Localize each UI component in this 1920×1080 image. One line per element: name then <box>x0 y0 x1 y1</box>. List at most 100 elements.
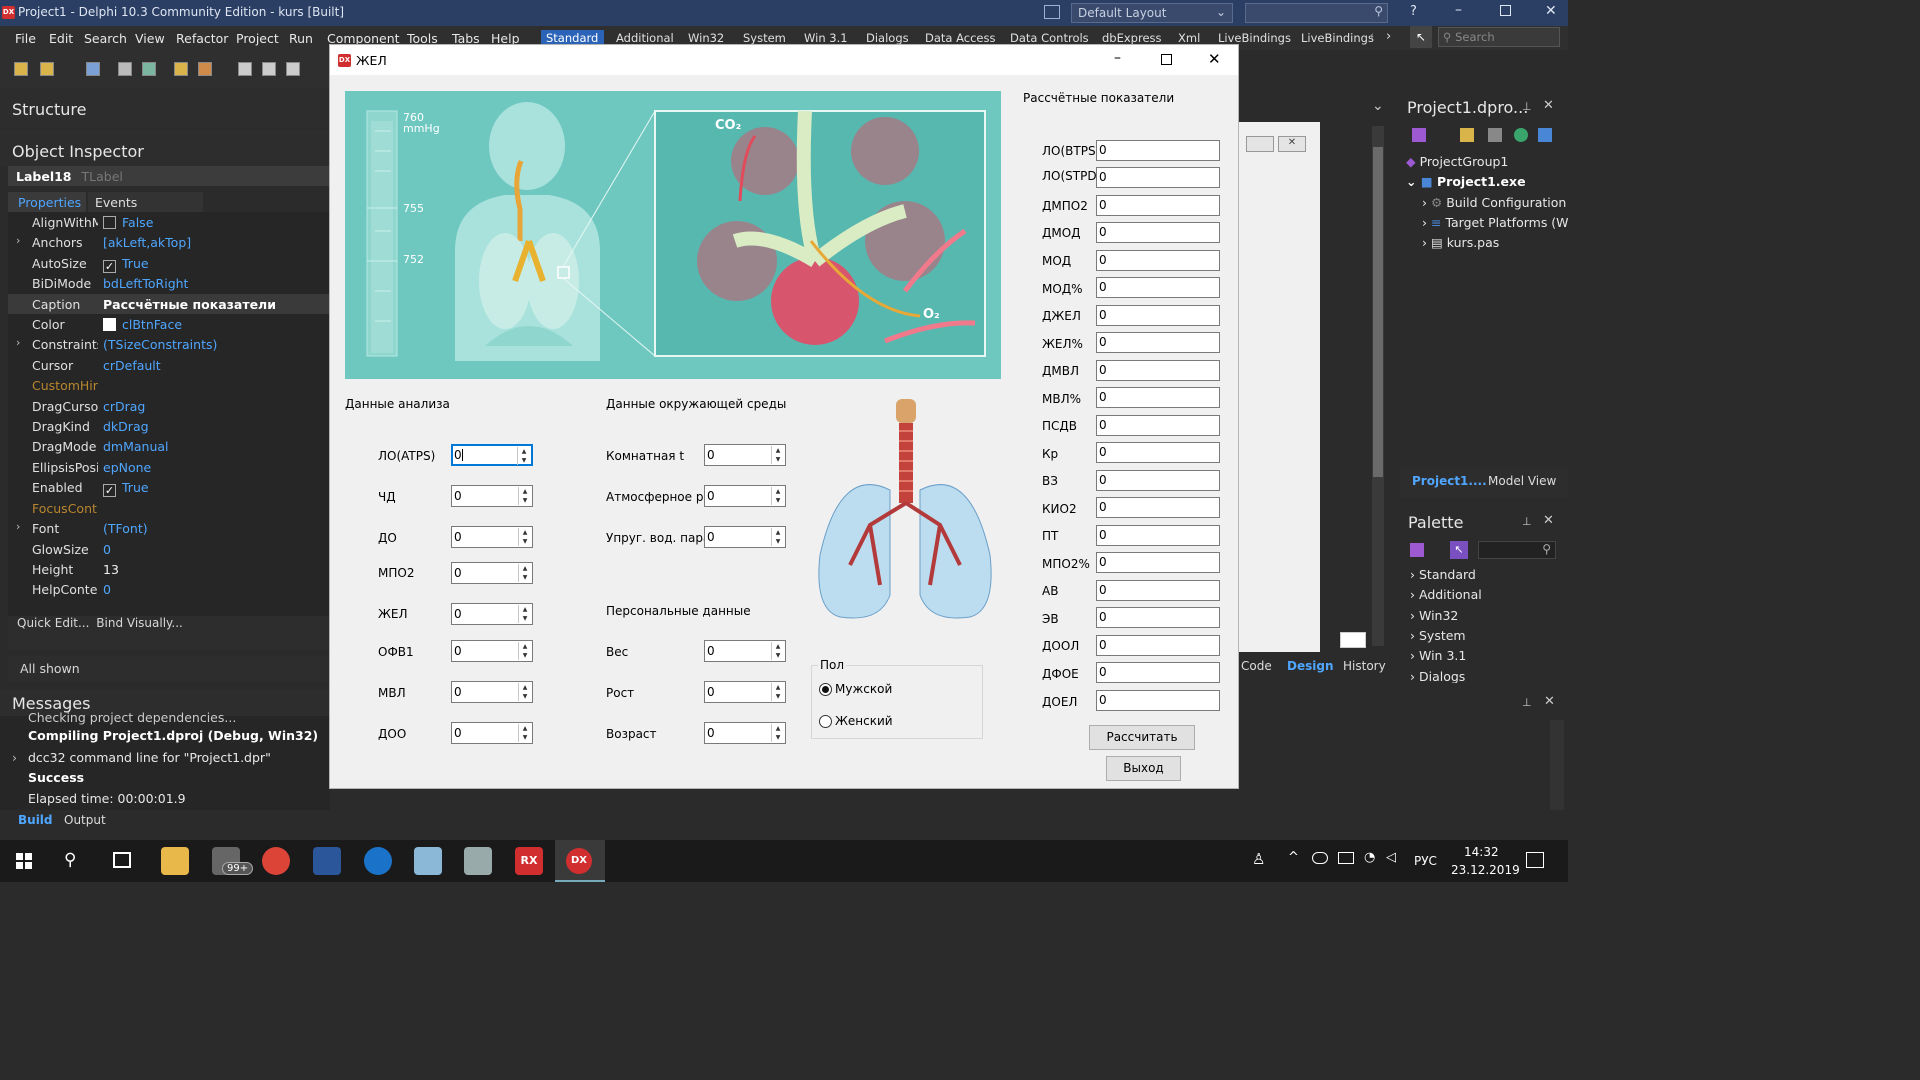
radio-female[interactable] <box>819 715 832 728</box>
spin-buttons[interactable]: ▲ ▼ <box>771 724 784 742</box>
spin-buttons[interactable]: ▲ ▼ <box>771 683 784 701</box>
minimize-icon[interactable]: – <box>1114 50 1121 66</box>
spin-buttons[interactable]: ▲ ▼ <box>771 446 784 464</box>
atm-pressure-input[interactable]: 0 ▲ ▼ <box>704 485 786 507</box>
property-row[interactable]: DragCursor crDrag <box>8 396 330 416</box>
build-icon[interactable] <box>1538 128 1552 142</box>
designer-restore-icon[interactable] <box>1246 136 1274 152</box>
save-all-icon[interactable] <box>118 62 132 76</box>
action-center-icon[interactable] <box>1526 852 1544 868</box>
maximize-icon[interactable] <box>1500 5 1511 16</box>
tree-item[interactable]: ⌄ ■ Project1.exe <box>1406 174 1526 189</box>
tab-code[interactable]: Code <box>1241 659 1272 673</box>
search-icon[interactable]: ⚲ <box>64 850 76 870</box>
spin-buttons[interactable]: ▲ ▼ <box>771 642 784 660</box>
palette-tab-dialogs[interactable]: Dialogs <box>866 31 909 45</box>
checkbox-icon[interactable] <box>103 216 116 229</box>
menu-search[interactable]: Search <box>84 31 127 46</box>
result-lo-stpd-field[interactable]: 0 <box>1096 167 1220 188</box>
palette-category[interactable]: › Win 3.1 <box>1410 648 1466 663</box>
property-row[interactable]: DragKind dkDrag <box>8 416 330 436</box>
result-mod-pct-field[interactable]: 0 <box>1096 277 1220 298</box>
spin-buttons[interactable]: ▲ ▼ <box>518 642 531 660</box>
menu-edit[interactable]: Edit <box>49 31 73 46</box>
object-inspector-selector[interactable]: Label18 TLabel <box>8 166 330 186</box>
message-line[interactable]: Elapsed time: 00:00:01.9 <box>28 791 186 806</box>
property-row[interactable]: HelpConte 0 <box>8 579 330 599</box>
spin-buttons[interactable]: ▲ ▼ <box>771 487 784 505</box>
result-zhel-pct-field[interactable]: 0 <box>1096 332 1220 353</box>
chrome-icon[interactable] <box>262 847 290 875</box>
property-row[interactable]: › Anchors [akLeft,akTop] <box>8 232 330 252</box>
word-icon[interactable] <box>313 847 341 875</box>
property-row[interactable]: › Font (TFont) <box>8 518 330 538</box>
taskbar-active-app[interactable]: DX <box>555 840 605 882</box>
close-icon[interactable]: ✕ <box>1545 3 1557 19</box>
ide-top-search-input[interactable]: ⚲ <box>1245 3 1388 23</box>
messages-scrollbar[interactable] <box>1550 720 1564 810</box>
ofv1-input[interactable]: 0 ▲ ▼ <box>451 640 533 662</box>
toggle-form-unit-icon[interactable] <box>286 62 300 76</box>
do-input[interactable]: 0 ▲ ▼ <box>451 526 533 548</box>
property-row[interactable]: CustomHir <box>8 375 330 395</box>
result-kio2-field[interactable]: 0 <box>1096 497 1220 518</box>
palette-scroll-right-icon[interactable]: › <box>1386 29 1391 44</box>
app-icon[interactable] <box>414 847 442 875</box>
maximize-icon[interactable] <box>1161 54 1172 65</box>
palette-tab-data-controls[interactable]: Data Controls <box>1010 31 1089 45</box>
tab-events[interactable]: Events <box>88 192 203 212</box>
palette-tab-xml[interactable]: Xml <box>1178 31 1200 45</box>
spin-buttons[interactable]: ▲ ▼ <box>517 447 530 465</box>
palette-category[interactable]: › Win32 <box>1410 608 1458 623</box>
property-row[interactable]: Height 13 <box>8 559 330 579</box>
tray-chevron-up-icon[interactable]: ^ <box>1288 850 1299 865</box>
property-row[interactable]: GlowSize 0 <box>8 539 330 559</box>
chevron-down-icon[interactable]: ⌄ <box>1372 98 1384 114</box>
result-vz-field[interactable]: 0 <box>1096 470 1220 491</box>
designer-close-icon[interactable]: ✕ <box>1278 136 1306 152</box>
property-row[interactable]: Enabled ✓ True <box>8 477 330 497</box>
onedrive-icon[interactable] <box>1312 852 1328 864</box>
bind-visually-link[interactable]: Bind Visually... <box>96 616 183 630</box>
palette-category[interactable]: › System <box>1410 628 1466 643</box>
palette-tab-data-access[interactable]: Data Access <box>925 31 995 45</box>
radio-male[interactable] <box>819 683 832 696</box>
menu-project[interactable]: Project <box>236 31 279 46</box>
message-line[interactable]: dcc32 command line for "Project1.dpr" <box>28 750 271 765</box>
palette-tab-system[interactable]: System <box>743 31 786 45</box>
expand-arrow-icon[interactable]: › <box>16 336 20 349</box>
lo-atps-input[interactable]: 0 ▲ ▼ <box>451 444 533 466</box>
tree-item[interactable]: › ⚙ Build Configuration <box>1422 195 1566 210</box>
checkbox-checked-icon[interactable]: ✓ <box>103 260 116 273</box>
folder-icon[interactable] <box>1488 128 1502 142</box>
rad-studio-icon[interactable]: RX <box>515 847 543 875</box>
result-ev-field[interactable]: 0 <box>1096 607 1220 628</box>
palette-tab-livebindings-2[interactable]: LiveBindings <box>1301 31 1374 45</box>
property-row[interactable]: Cursor crDefault <box>8 355 330 375</box>
palette-filter-input[interactable]: ⚲ <box>1478 541 1556 559</box>
spin-buttons[interactable]: ▲ ▼ <box>518 724 531 742</box>
palette-category[interactable]: › Dialogs <box>1410 669 1465 683</box>
result-dfoe-field[interactable]: 0 <box>1096 662 1220 683</box>
result-doel-field[interactable]: 0 <box>1096 690 1220 711</box>
radio-male-label[interactable]: Мужской <box>835 682 892 696</box>
edge-icon[interactable] <box>364 847 392 875</box>
view-form-icon[interactable] <box>262 62 276 76</box>
close-icon[interactable]: ✕ <box>1544 694 1555 709</box>
form-preview-icon[interactable] <box>1340 632 1366 648</box>
minimize-icon[interactable]: – <box>1455 2 1462 18</box>
quick-edit-link[interactable]: Quick Edit... <box>17 616 89 630</box>
property-row[interactable]: BiDiMode bdLeftToRight <box>8 273 330 293</box>
expand-arrow-icon[interactable]: › <box>16 234 20 247</box>
expand-arrow-icon[interactable]: › <box>16 520 20 533</box>
tab-design[interactable]: Design <box>1287 659 1334 673</box>
vapor-pressure-input[interactable]: 0 ▲ ▼ <box>704 526 786 548</box>
tab-properties[interactable]: Properties <box>8 192 86 212</box>
radio-female-label[interactable]: Женский <box>835 714 893 728</box>
result-dmpo2-field[interactable]: 0 <box>1096 195 1220 216</box>
result-av-field[interactable]: 0 <box>1096 580 1220 601</box>
property-row[interactable]: AlignWithM False <box>8 212 330 232</box>
input-language[interactable]: РУС <box>1414 854 1437 868</box>
add-file-icon[interactable] <box>174 62 188 76</box>
menu-file[interactable]: File <box>15 31 36 46</box>
